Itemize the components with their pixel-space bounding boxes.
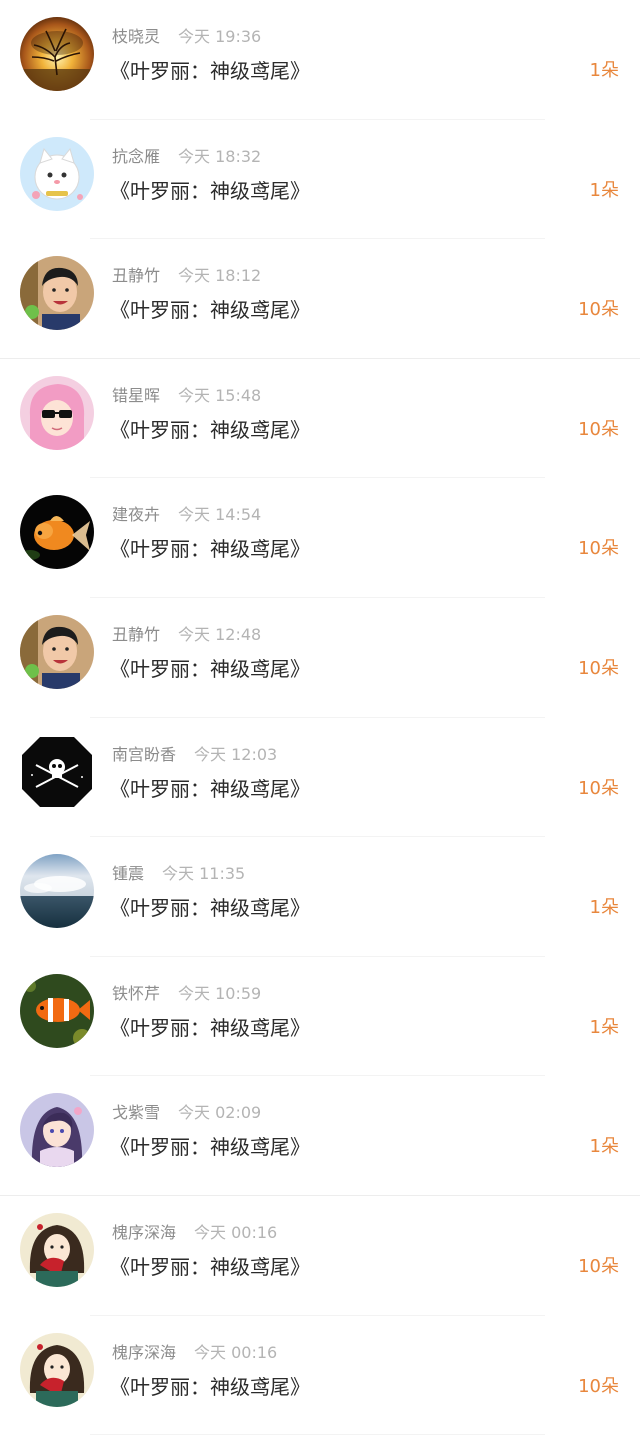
meta-line: 槐序深海 今天 00:16 [112,1342,277,1364]
flower-count: 1朵 [589,897,619,919]
timestamp: 今天 12:03 [194,744,278,764]
meta-line: 枝晓灵 今天 19:36 [112,26,261,48]
list-item[interactable]: 丑静竹 今天 12:48 《叶罗丽：神级鸢尾》 10朵 [0,598,640,718]
book-title[interactable]: 《叶罗丽：神级鸢尾》 [110,57,310,85]
flower-count: 1朵 [589,179,619,201]
book-title[interactable]: 《叶罗丽：神级鸢尾》 [110,1014,310,1042]
avatar-clownfish-icon[interactable] [20,973,94,1048]
book-title[interactable]: 《叶罗丽：神级鸢尾》 [110,1133,310,1161]
user-name[interactable]: 戈紫雪 [112,1103,160,1122]
user-name[interactable]: 南宫盼香 [112,745,176,764]
meta-line: 错星晖 今天 15:48 [112,385,261,407]
meta-line: 戈紫雪 今天 02:09 [112,1102,261,1124]
list-item[interactable]: 丑静竹 今天 18:12 《叶罗丽：神级鸢尾》 10朵 [0,239,640,359]
timestamp: 今天 10:59 [178,983,262,1003]
timestamp: 今天 00:16 [194,1222,278,1242]
book-title[interactable]: 《叶罗丽：神级鸢尾》 [110,1373,310,1401]
meta-line: 铁怀芹 今天 10:59 [112,983,261,1005]
book-title[interactable]: 《叶罗丽：神级鸢尾》 [110,535,310,563]
book-title[interactable]: 《叶罗丽：神级鸢尾》 [110,296,310,324]
user-name[interactable]: 槐序深海 [112,1343,176,1362]
avatar-goldfish-icon[interactable] [20,495,94,570]
meta-line: 建夜卉 今天 14:54 [112,504,261,526]
avatar-anime-girl-icon[interactable] [20,1093,94,1168]
timestamp: 今天 18:32 [178,146,262,166]
avatar-sunset-tree-icon[interactable] [20,17,94,91]
flower-count: 10朵 [578,1375,619,1397]
avatar-man-photo-icon[interactable] [20,256,94,331]
timestamp: 今天 19:36 [178,27,262,46]
user-name[interactable]: 枝晓灵 [112,27,160,46]
list-item[interactable]: 错星晖 今天 15:48 《叶罗丽：神级鸢尾》 10朵 [0,359,640,479]
list-item[interactable]: 锺震 今天 11:35 《叶罗丽：神级鸢尾》 1朵 [0,837,640,957]
meta-line: 锺震 今天 11:35 [112,863,245,885]
avatar-pink-sunglasses-icon[interactable] [20,375,94,450]
avatar-man-photo-icon[interactable] [20,614,94,689]
list-item[interactable]: 抗念雁 今天 18:32 《叶罗丽：神级鸢尾》 1朵 [0,120,640,240]
list-item[interactable]: 南宫盼香 今天 12:03 《叶罗丽：神级鸢尾》 10朵 [0,718,640,838]
flower-count: 10朵 [578,538,619,560]
user-name[interactable]: 丑静竹 [112,625,160,644]
flower-count: 10朵 [578,657,619,679]
user-name[interactable]: 槐序深海 [112,1223,176,1242]
flower-count: 10朵 [578,777,619,799]
user-name[interactable]: 锺震 [112,864,144,883]
book-title[interactable]: 《叶罗丽：神级鸢尾》 [110,655,310,683]
book-title[interactable]: 《叶罗丽：神级鸢尾》 [110,1253,310,1281]
flower-count: 10朵 [578,418,619,440]
timestamp: 今天 18:12 [178,266,262,286]
flower-count: 10朵 [578,299,619,321]
meta-line: 丑静竹 今天 18:12 [112,265,261,287]
timestamp: 今天 14:54 [178,505,262,525]
user-name[interactable]: 错星晖 [112,386,160,405]
book-title[interactable]: 《叶罗丽：神级鸢尾》 [110,775,310,803]
avatar-cartoon-cat-icon[interactable] [20,136,94,211]
book-title[interactable]: 《叶罗丽：神级鸢尾》 [110,894,310,922]
flower-count: 1朵 [589,1136,619,1158]
meta-line: 抗念雁 今天 18:32 [112,146,261,168]
list-item[interactable]: 铁怀芹 今天 10:59 《叶罗丽：神级鸢尾》 1朵 [0,957,640,1077]
user-name[interactable]: 抗念雁 [112,147,160,166]
gift-record-list: 枝晓灵 今天 19:36 《叶罗丽：神级鸢尾》 1朵 抗念雁 今天 18:32 《叶… [0,0,640,1435]
book-title[interactable]: 《叶罗丽：神级鸢尾》 [110,177,310,205]
avatar-fan-girl-icon[interactable] [20,1332,94,1407]
timestamp: 今天 12:48 [178,624,262,644]
timestamp: 今天 00:16 [194,1342,278,1362]
meta-line: 丑静竹 今天 12:48 [112,624,261,646]
flower-count: 1朵 [589,60,619,81]
flower-count: 1朵 [589,1016,619,1038]
avatar-fan-girl-icon[interactable] [20,1212,94,1287]
user-name[interactable]: 丑静竹 [112,266,160,285]
timestamp: 今天 02:09 [178,1103,262,1123]
list-item[interactable]: 槐序深海 今天 00:16 《叶罗丽：神级鸢尾》 10朵 [0,1316,640,1435]
list-item[interactable]: 枝晓灵 今天 19:36 《叶罗丽：神级鸢尾》 1朵 [0,0,640,120]
meta-line: 南宫盼香 今天 12:03 [112,744,277,766]
avatar-ocean-sky-icon[interactable] [20,854,94,929]
user-name[interactable]: 铁怀芹 [112,984,160,1003]
flower-count: 10朵 [578,1255,619,1277]
meta-line: 槐序深海 今天 00:16 [112,1222,277,1244]
book-title[interactable]: 《叶罗丽：神级鸢尾》 [110,416,310,444]
user-name[interactable]: 建夜卉 [112,505,160,524]
timestamp: 今天 15:48 [178,385,262,405]
list-item[interactable]: 槐序深海 今天 00:16 《叶罗丽：神级鸢尾》 10朵 [0,1196,640,1316]
timestamp: 今天 11:35 [162,864,246,884]
avatar-skull-black-icon[interactable] [20,735,94,809]
list-item[interactable]: 建夜卉 今天 14:54 《叶罗丽：神级鸢尾》 10朵 [0,478,640,598]
list-item[interactable]: 戈紫雪 今天 02:09 《叶罗丽：神级鸢尾》 1朵 [0,1076,640,1196]
